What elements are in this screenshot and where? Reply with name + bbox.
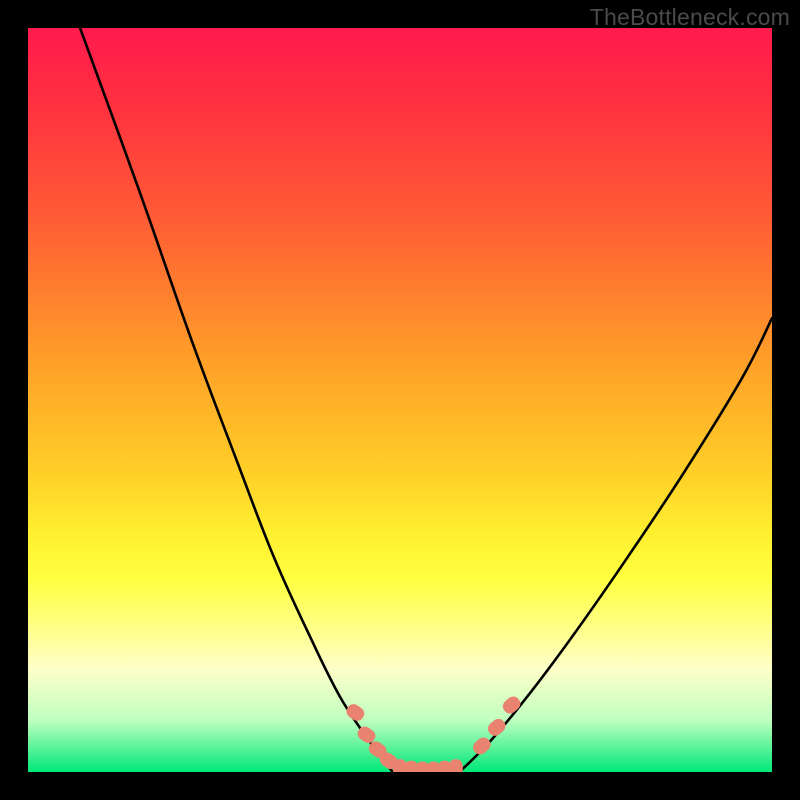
left-marker-1 xyxy=(344,702,367,724)
data-markers xyxy=(344,694,523,772)
plot-area xyxy=(28,28,772,772)
right-marker-3 xyxy=(500,694,523,716)
right-marker-2 xyxy=(485,716,508,738)
chart-svg xyxy=(28,28,772,772)
watermark-text: TheBottleneck.com xyxy=(590,4,790,31)
right-marker-1 xyxy=(470,735,493,757)
floor-marker-6 xyxy=(449,759,463,772)
bottleneck-curve xyxy=(80,28,772,772)
chart-frame: TheBottleneck.com xyxy=(0,0,800,800)
curve-lines xyxy=(80,28,772,772)
